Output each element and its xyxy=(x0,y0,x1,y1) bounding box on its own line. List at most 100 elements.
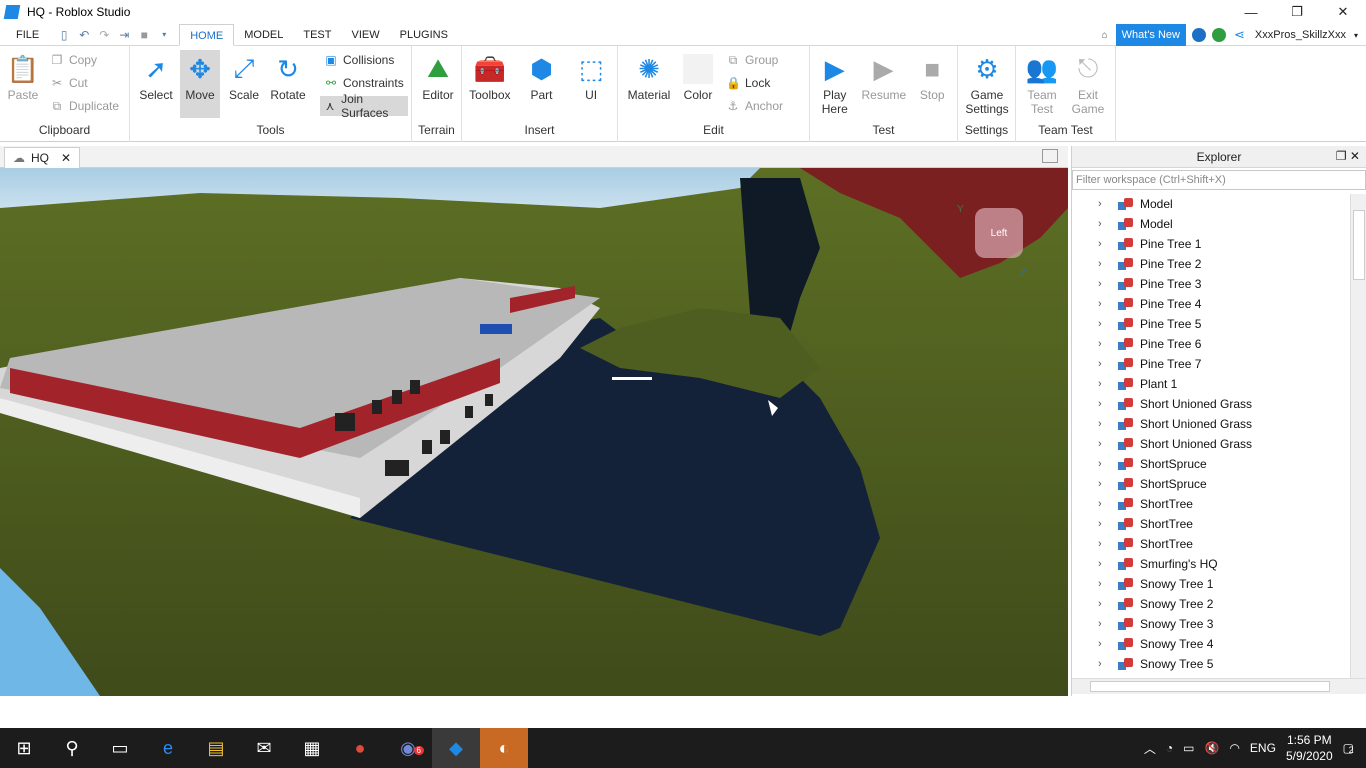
tab-model[interactable]: MODEL xyxy=(234,24,293,46)
expand-chevron-icon[interactable]: › xyxy=(1098,418,1112,430)
publish-icon[interactable]: ⇥ xyxy=(117,28,131,42)
explorer-item[interactable]: › Pine Tree 4 xyxy=(1072,294,1350,314)
explorer-item[interactable]: › Short Unioned Grass xyxy=(1072,394,1350,414)
expand-chevron-icon[interactable]: › xyxy=(1098,338,1112,350)
stop-button[interactable]: ■ Stop xyxy=(914,50,952,116)
terrain-editor-button[interactable]: ⛰ Editor xyxy=(418,50,458,102)
expand-chevron-icon[interactable]: › xyxy=(1098,358,1112,370)
join-surfaces-button[interactable]: ⋏ Join Surfaces xyxy=(320,92,408,120)
explorer-item[interactable]: › Short Unioned Grass xyxy=(1072,414,1350,434)
tab-test[interactable]: TEST xyxy=(293,24,341,46)
qat-dropdown-icon[interactable]: ▾ xyxy=(157,28,171,42)
edge-icon[interactable]: e xyxy=(144,728,192,768)
explorer-controls[interactable]: ❐ ✕ xyxy=(1336,149,1360,163)
expand-chevron-icon[interactable]: › xyxy=(1098,218,1112,230)
expand-chevron-icon[interactable]: › xyxy=(1098,198,1112,210)
play-here-button[interactable]: ▶ Play Here xyxy=(816,50,854,117)
expand-chevron-icon[interactable]: › xyxy=(1098,598,1112,610)
collapse-ribbon-icon[interactable]: ⌂ xyxy=(1102,30,1108,41)
explorer-item[interactable]: › ShortTree xyxy=(1072,514,1350,534)
wifi-icon[interactable]: ◠ xyxy=(1229,741,1239,755)
view-cube[interactable]: Left Y Z xyxy=(957,204,1026,279)
expand-chevron-icon[interactable]: › xyxy=(1098,578,1112,590)
expand-chevron-icon[interactable]: › xyxy=(1098,458,1112,470)
taskbar-app-icon[interactable]: ◐ xyxy=(480,728,528,768)
explorer-item[interactable]: › Model xyxy=(1072,194,1350,214)
expand-chevron-icon[interactable]: › xyxy=(1098,478,1112,490)
ui-button[interactable]: ⬚ UI xyxy=(571,50,611,103)
explorer-item[interactable]: › Pine Tree 5 xyxy=(1072,314,1350,334)
expand-chevron-icon[interactable]: › xyxy=(1098,618,1112,630)
copy-button[interactable]: ❐ Copy xyxy=(46,50,123,70)
explorer-item[interactable]: › ShortSpruce xyxy=(1072,474,1350,494)
explorer-item[interactable]: › ShortSpruce xyxy=(1072,454,1350,474)
game-settings-button[interactable]: ⚙ Game Settings xyxy=(964,50,1010,117)
explorer-item[interactable]: › Snowy Tree 3 xyxy=(1072,614,1350,634)
user-dropdown-icon[interactable]: ▾ xyxy=(1354,31,1358,40)
view-cube-face[interactable]: Left xyxy=(975,208,1023,258)
duplicate-button[interactable]: ⧉ Duplicate xyxy=(46,96,123,116)
expand-chevron-icon[interactable]: › xyxy=(1098,318,1112,330)
windows-start-icon[interactable]: ⊞ xyxy=(0,728,48,768)
3d-viewport[interactable]: Left Y Z xyxy=(0,168,1068,696)
document-tab-hq[interactable]: ☁ HQ ✕ xyxy=(4,147,80,168)
part-button[interactable]: ⬢ Part xyxy=(522,50,562,103)
language-indicator[interactable]: ENG xyxy=(1250,741,1276,755)
expand-chevron-icon[interactable]: › xyxy=(1098,538,1112,550)
viewport-maximize-icon[interactable] xyxy=(1042,149,1058,163)
username[interactable]: XxxPros_SkillzXxx xyxy=(1255,29,1346,41)
resume-button[interactable]: ▶ Resume xyxy=(862,50,907,116)
explorer-item[interactable]: › Model xyxy=(1072,214,1350,234)
expand-chevron-icon[interactable]: › xyxy=(1098,638,1112,650)
explorer-item[interactable]: › Pine Tree 3 xyxy=(1072,274,1350,294)
roblox-studio-taskbar-icon[interactable]: ◆ xyxy=(432,728,480,768)
search-icon[interactable]: ⚲ xyxy=(48,728,96,768)
tab-home[interactable]: HOME xyxy=(179,23,235,46)
cut-button[interactable]: ✂ Cut xyxy=(46,73,123,93)
constraints-button[interactable]: ⚯ Constraints xyxy=(320,73,408,93)
explorer-item[interactable]: › Pine Tree 2 xyxy=(1072,254,1350,274)
clock[interactable]: 1:56 PM 5/9/2020 xyxy=(1286,732,1333,764)
file-menu[interactable]: FILE xyxy=(0,29,49,41)
expand-chevron-icon[interactable]: › xyxy=(1098,518,1112,530)
undo-icon[interactable]: ↶ xyxy=(77,28,91,42)
anchor-button[interactable]: ⚓ Anchor xyxy=(722,96,787,116)
scroll-thumb[interactable] xyxy=(1353,210,1365,280)
expand-chevron-icon[interactable]: › xyxy=(1098,398,1112,410)
explorer-item[interactable]: › Snowy Tree 5 xyxy=(1072,654,1350,674)
explorer-item[interactable]: › Pine Tree 7 xyxy=(1072,354,1350,374)
share-icon[interactable]: ⋖ xyxy=(1234,27,1245,43)
minimize-button[interactable]: — xyxy=(1228,0,1274,24)
expand-chevron-icon[interactable]: › xyxy=(1098,258,1112,270)
expand-chevron-icon[interactable]: › xyxy=(1098,658,1112,670)
explorer-item[interactable]: › ShortTree xyxy=(1072,534,1350,554)
expand-chevron-icon[interactable]: › xyxy=(1098,498,1112,510)
tray-app-icon[interactable]: ◔ xyxy=(1166,741,1173,755)
explorer-item[interactable]: › Snowy Tree 2 xyxy=(1072,594,1350,614)
toolbox-button[interactable]: 🧰 Toolbox xyxy=(468,50,512,103)
redo-icon[interactable]: ↷ xyxy=(97,28,111,42)
chrome-icon[interactable]: ● xyxy=(336,728,384,768)
file-explorer-icon[interactable]: ▤ xyxy=(192,728,240,768)
explorer-item[interactable]: › ShortTree xyxy=(1072,494,1350,514)
expand-chevron-icon[interactable]: › xyxy=(1098,558,1112,570)
move-button[interactable]: ✥ Move xyxy=(180,50,220,118)
explorer-item[interactable]: › Plant 1 xyxy=(1072,374,1350,394)
group-button[interactable]: ⧉ Group xyxy=(722,50,787,70)
explorer-horizontal-scrollbar[interactable] xyxy=(1072,678,1366,694)
battery-icon[interactable]: ▭ xyxy=(1183,741,1194,755)
explorer-item[interactable]: › Smurfing's HQ xyxy=(1072,554,1350,574)
expand-chevron-icon[interactable]: › xyxy=(1098,238,1112,250)
explorer-item[interactable]: › Snowy Tree 4 xyxy=(1072,634,1350,654)
expand-chevron-icon[interactable]: › xyxy=(1098,278,1112,290)
explorer-filter-input[interactable]: Filter workspace (Ctrl+Shift+X) xyxy=(1072,170,1366,190)
expand-chevron-icon[interactable]: › xyxy=(1098,298,1112,310)
explorer-item[interactable]: › Snowy Tree 1 xyxy=(1072,574,1350,594)
team-test-button[interactable]: 👥 Team Test xyxy=(1022,50,1062,117)
explorer-item[interactable]: › Short Unioned Grass xyxy=(1072,434,1350,454)
mail-icon[interactable]: ✉ xyxy=(240,728,288,768)
close-button[interactable]: ✕ xyxy=(1320,0,1366,24)
collisions-button[interactable]: ▣ Collisions xyxy=(320,50,408,70)
tab-plugins[interactable]: PLUGINS xyxy=(390,24,458,46)
help-icon[interactable] xyxy=(1192,28,1206,42)
